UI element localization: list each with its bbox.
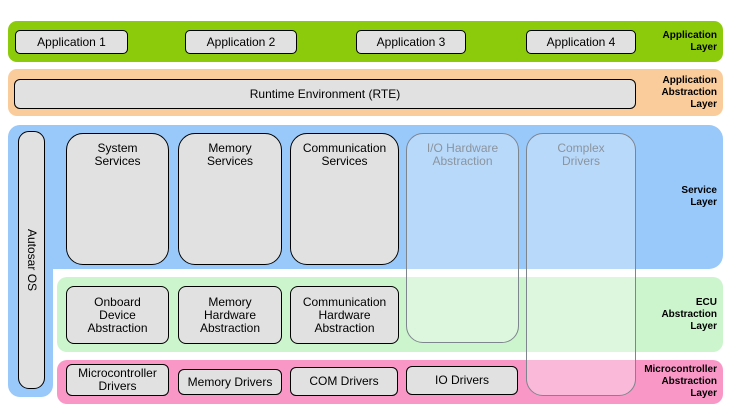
autosar-os-bar: Autosar OS <box>18 131 45 389</box>
autosar-layered-architecture-diagram: Application 1 Application 2 Application … <box>0 0 732 413</box>
ecu-abstraction-layer-label: ECU Abstraction Layer <box>661 297 717 332</box>
memory-drivers-box: Memory Drivers <box>178 369 282 395</box>
system-services-box: System Services <box>66 133 169 265</box>
memory-services-box: Memory Services <box>178 133 282 265</box>
runtime-environment-box: Runtime Environment (RTE) <box>14 79 636 109</box>
service-layer-label: Service Layer <box>681 185 717 208</box>
application-layer-label: Application Layer <box>662 30 717 53</box>
application-1-box: Application 1 <box>15 30 128 54</box>
onboard-device-abstraction-box: Onboard Device Abstraction <box>66 286 169 344</box>
application-3-box: Application 3 <box>356 30 466 54</box>
io-drivers-box: IO Drivers <box>406 366 518 395</box>
microcontroller-drivers-box: Microcontroller Drivers <box>66 364 169 396</box>
communication-hardware-abstraction-box: Communication Hardware Abstraction <box>290 286 399 344</box>
application-abstraction-layer-label: Application Abstraction Layer <box>661 75 717 110</box>
io-hardware-abstraction-box: I/O Hardware Abstraction <box>406 133 519 343</box>
autosar-os-label: Autosar OS <box>25 228 39 292</box>
com-drivers-box: COM Drivers <box>290 367 398 396</box>
memory-hardware-abstraction-box: Memory Hardware Abstraction <box>178 286 282 344</box>
communication-services-box: Communication Services <box>290 133 399 265</box>
application-2-box: Application 2 <box>185 30 297 54</box>
complex-drivers-box: Complex Drivers <box>526 133 636 396</box>
microcontroller-abstraction-layer-label: Microcontroller Abstraction Layer <box>644 364 717 399</box>
